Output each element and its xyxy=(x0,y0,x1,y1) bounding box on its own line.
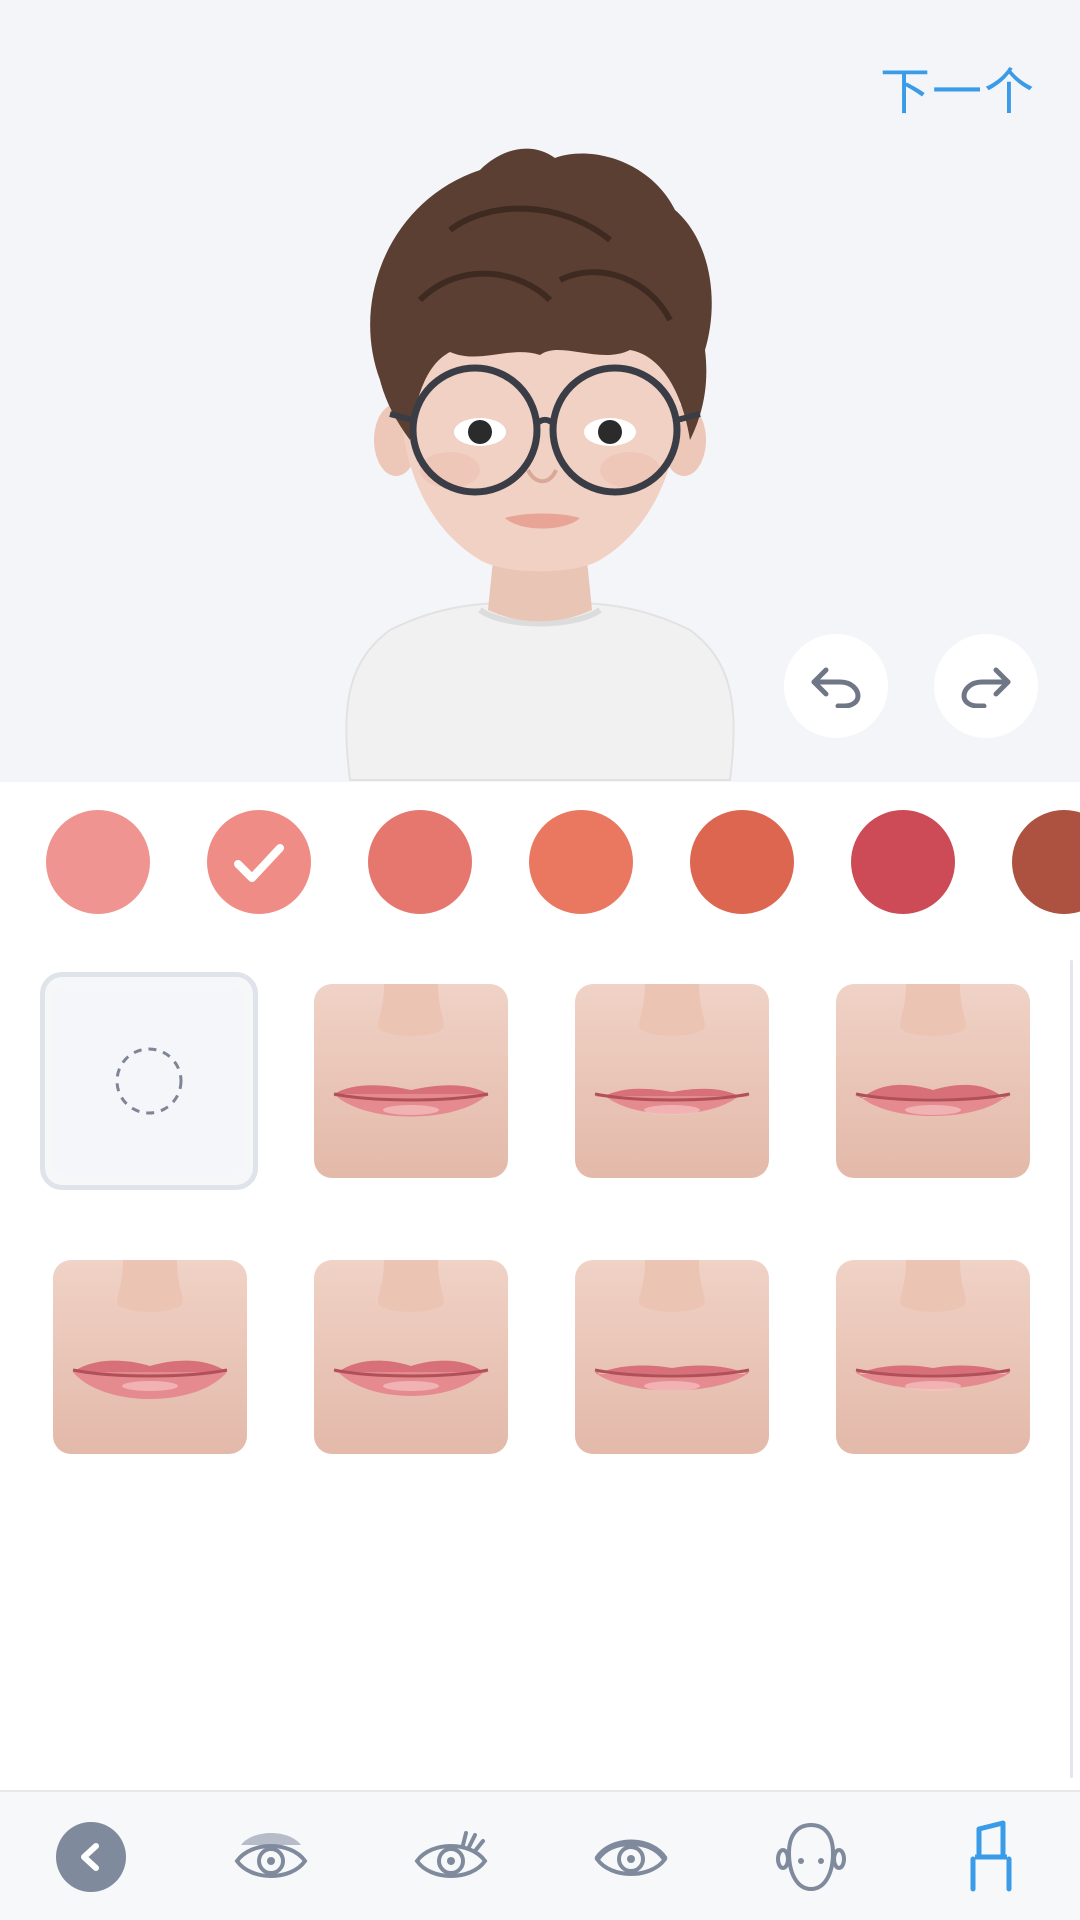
back-icon xyxy=(56,1822,126,1892)
bottom-nav xyxy=(0,1790,1080,1920)
next-button[interactable]: 下一个 xyxy=(880,52,1036,124)
lip-preview-icon xyxy=(575,984,769,1178)
avatar-figure xyxy=(345,148,735,781)
eye-icon xyxy=(594,1839,668,1876)
undo-icon xyxy=(811,667,861,708)
lip-style-tile[interactable] xyxy=(314,984,508,1178)
lip-style-tile[interactable] xyxy=(575,984,769,1178)
avatar-editor-screen: 下一个 xyxy=(0,0,1080,1920)
color-swatch-selected[interactable] xyxy=(207,810,311,914)
avatar-preview-area: 下一个 xyxy=(0,0,1080,782)
lip-style-tile[interactable] xyxy=(314,1260,508,1454)
color-swatch[interactable] xyxy=(368,810,472,914)
nav-eye-shadow[interactable] xyxy=(226,1812,316,1902)
redo-button[interactable] xyxy=(934,634,1038,738)
lip-preview-icon xyxy=(53,1260,247,1454)
lip-style-tile[interactable] xyxy=(836,1260,1030,1454)
lip-preview-icon xyxy=(575,1260,769,1454)
face-icon xyxy=(776,1822,846,1892)
lip-preview-icon xyxy=(314,1260,508,1454)
lip-preview-icon xyxy=(836,1260,1030,1454)
lip-preview-icon xyxy=(314,984,508,1178)
none-icon xyxy=(115,1047,183,1115)
lip-preview-icon xyxy=(836,984,1030,1178)
grid-scrollbar[interactable] xyxy=(1070,960,1073,1778)
lip-color-row xyxy=(0,782,1080,942)
color-swatch[interactable] xyxy=(1012,810,1080,914)
color-swatch[interactable] xyxy=(690,810,794,914)
lip-style-tile[interactable] xyxy=(836,984,1030,1178)
undo-button[interactable] xyxy=(784,634,888,738)
lip-style-tile[interactable] xyxy=(575,1260,769,1454)
color-swatch[interactable] xyxy=(46,810,150,914)
lip-style-grid xyxy=(0,942,1080,1792)
nav-eye[interactable] xyxy=(586,1812,676,1902)
check-icon xyxy=(234,844,284,882)
nav-lipstick[interactable] xyxy=(946,1812,1036,1902)
lipstick-icon xyxy=(970,1820,1012,1892)
lip-style-tile[interactable] xyxy=(53,1260,247,1454)
eyelash-icon xyxy=(414,1831,488,1878)
lip-style-none-inner xyxy=(53,985,245,1177)
eye-shadow-icon xyxy=(234,1833,308,1878)
color-swatch[interactable] xyxy=(851,810,955,914)
nav-back[interactable] xyxy=(46,1812,136,1902)
lip-style-none[interactable] xyxy=(40,972,258,1190)
nav-eyelash[interactable] xyxy=(406,1812,496,1902)
redo-icon xyxy=(961,667,1011,708)
nav-face[interactable] xyxy=(766,1812,856,1902)
color-swatch[interactable] xyxy=(529,810,633,914)
